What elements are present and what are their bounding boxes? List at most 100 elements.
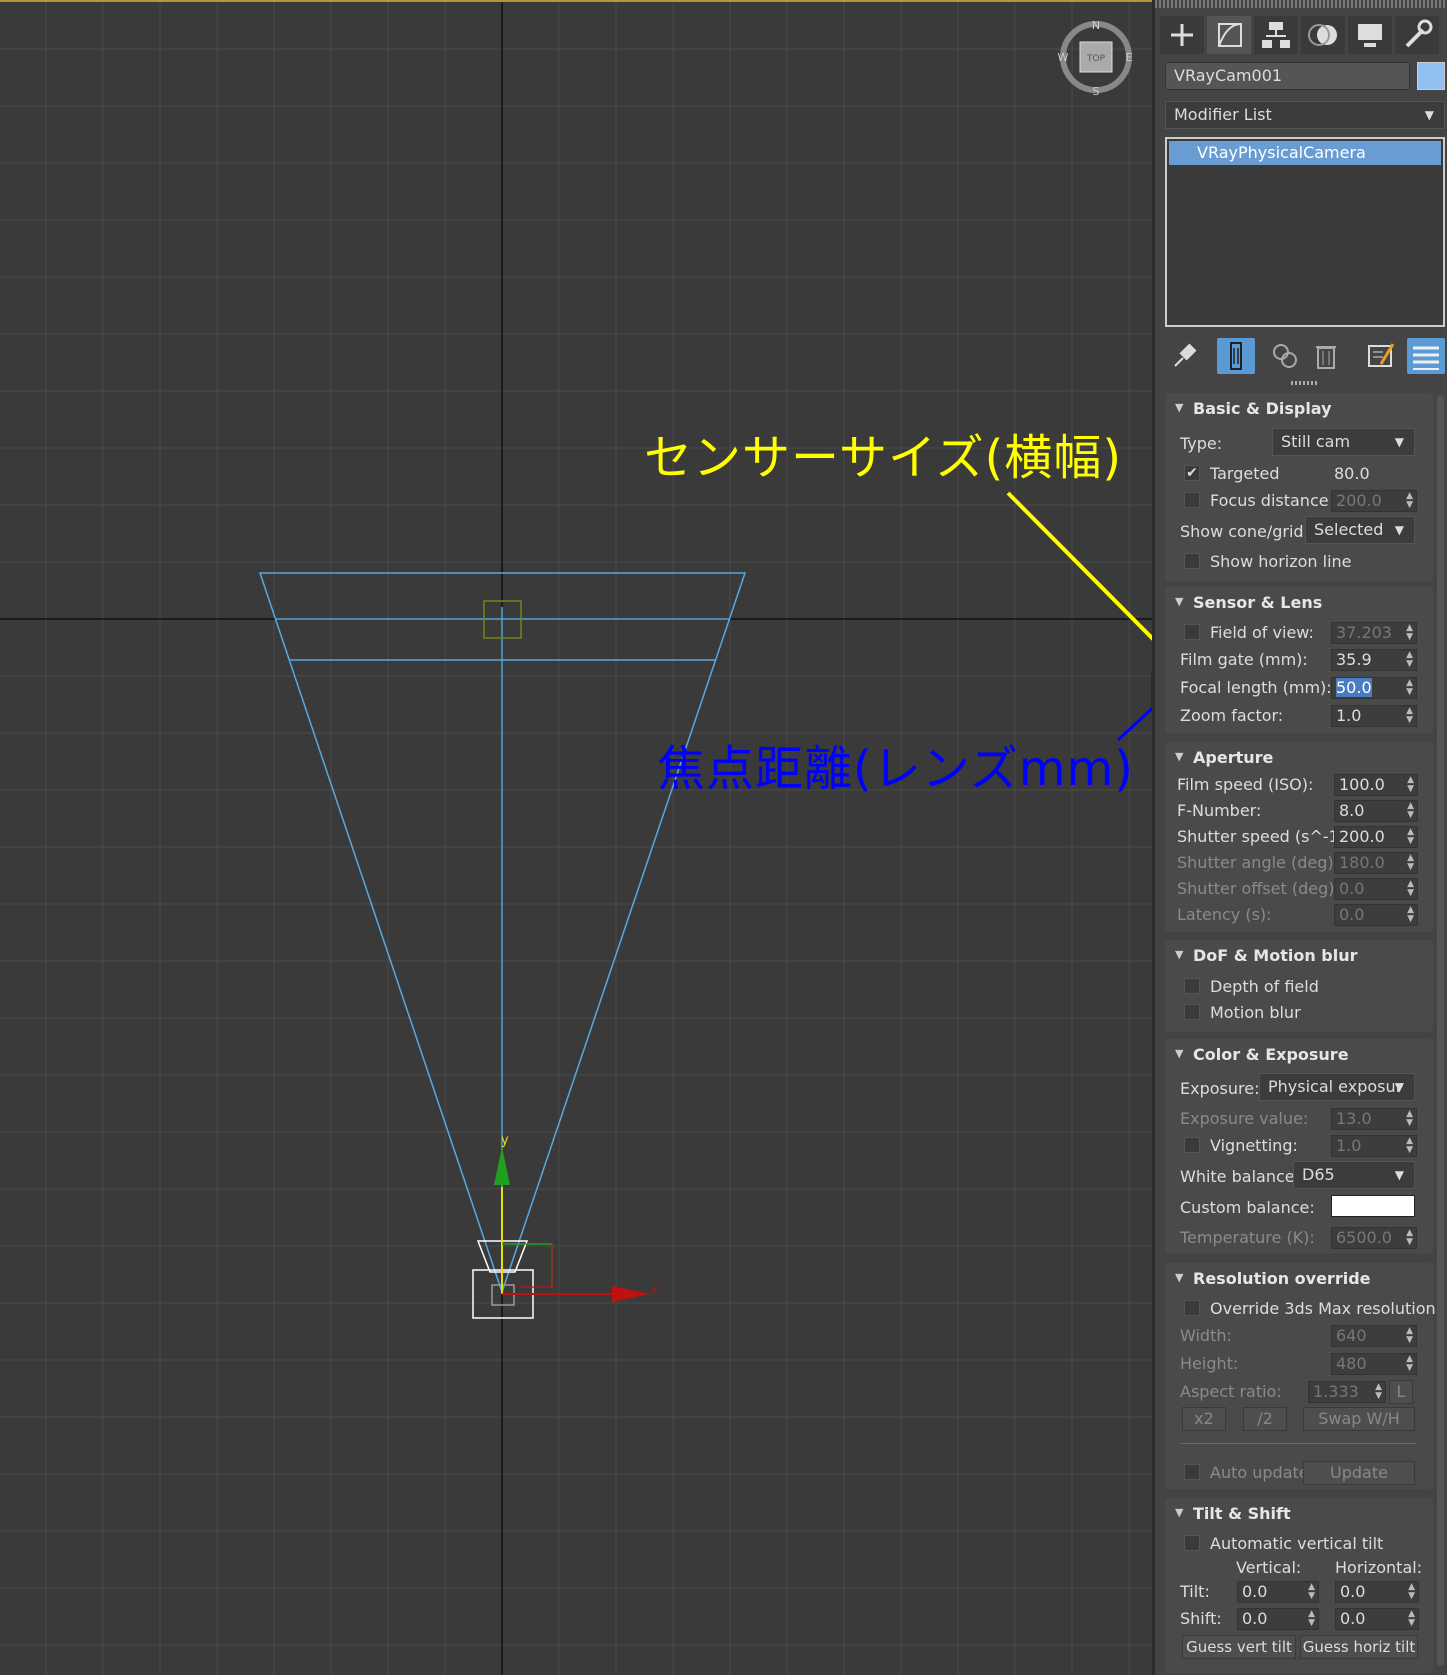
modifier-list-dropdown[interactable]: Modifier List ▼ — [1165, 101, 1445, 129]
chevron-down-icon: ▼ — [1424, 108, 1434, 122]
rollout-title[interactable]: Aperture — [1193, 748, 1273, 767]
guess-vert-tilt-button[interactable]: Guess vert tilt — [1182, 1635, 1296, 1659]
field-of-view-spinner[interactable]: 37.203 ▲ ▼ — [1331, 622, 1417, 644]
rollout-title[interactable]: DoF & Motion blur — [1193, 946, 1358, 965]
motion-icon — [1308, 24, 1337, 46]
show-end-result-button[interactable] — [1217, 338, 1255, 374]
target-distance-value: 80.0 — [1334, 464, 1370, 483]
height-spinner[interactable]: 480 ▲ ▼ — [1331, 1353, 1417, 1375]
film-speed-spinner[interactable]: 100.0 ▲ ▼ — [1334, 774, 1418, 796]
stack-toolbar — [1163, 336, 1447, 376]
annotation-sensor-size: センサーサイズ(横幅) — [644, 430, 1123, 486]
vignetting-spinner[interactable]: 1.0 ▲ ▼ — [1331, 1135, 1417, 1157]
focus-distance-spinner[interactable]: 200.0 ▲ ▼ — [1331, 490, 1417, 512]
update-button[interactable]: Update — [1303, 1461, 1415, 1485]
hierarchy-icon — [1262, 22, 1290, 48]
show-cone-dropdown[interactable]: Selected ▼ — [1305, 516, 1415, 544]
tab-utilities[interactable] — [1395, 16, 1439, 54]
swap-wh-button[interactable]: Swap W/H — [1303, 1407, 1415, 1431]
zoom-factor-spinner[interactable]: 1.0 ▲ ▼ — [1331, 705, 1417, 727]
targeted-checkbox[interactable]: ✔ — [1184, 465, 1200, 481]
rollout-tilt-shift: Tilt & Shift ▼ Automatic vertical tilt V… — [1165, 1498, 1433, 1673]
collapse-triangle-icon[interactable]: ▼ — [1175, 1271, 1183, 1284]
stack-item-vrayphysicalcamera[interactable]: VRayPhysicalCamera — [1169, 141, 1441, 165]
shutter-offset-spinner[interactable]: 0.0 ▲ ▼ — [1334, 878, 1418, 900]
rollout-sensor-lens: Sensor & Lens ▼ Field of view: 37.203 ▲ ▼ … — [1165, 587, 1433, 733]
white-balance-dropdown[interactable]: D65 ▼ — [1293, 1161, 1415, 1189]
configure-sets-icon[interactable] — [1365, 340, 1395, 370]
rollout-aperture: Aperture ▼ Film speed (ISO): 100.0 ▲ ▼ F-N… — [1165, 742, 1433, 932]
panel-grip[interactable] — [1155, 0, 1447, 8]
film-gate-spinner[interactable]: 35.9 ▲ ▼ — [1331, 649, 1417, 671]
aspect-lock-button[interactable]: L — [1389, 1380, 1413, 1404]
collapse-triangle-icon[interactable]: ▼ — [1175, 1047, 1183, 1060]
tab-motion[interactable] — [1301, 16, 1345, 54]
f-number-spinner[interactable]: 8.0 ▲ ▼ — [1334, 800, 1418, 822]
separator — [1181, 1443, 1417, 1444]
show-end-result-icon — [1230, 342, 1242, 370]
shutter-speed-spinner[interactable]: 200.0 ▲ ▼ — [1334, 826, 1418, 848]
focus-distance-checkbox[interactable] — [1184, 492, 1200, 508]
object-name-field[interactable]: VRayCam001 — [1165, 62, 1410, 90]
half-button[interactable]: /2 — [1243, 1407, 1287, 1431]
plus-icon — [1171, 24, 1193, 46]
panel-tabs — [1155, 12, 1447, 56]
depth-of-field-checkbox[interactable] — [1184, 978, 1200, 994]
auto-update-checkbox[interactable] — [1184, 1464, 1200, 1480]
shutter-angle-spinner[interactable]: 180.0 ▲ ▼ — [1334, 852, 1418, 874]
collapse-triangle-icon[interactable]: ▼ — [1175, 1506, 1183, 1519]
rollout-basic-display: Basic & Display ▼ Type: Still cam ▼ ✔ Tar… — [1165, 393, 1433, 581]
annotation-focal-length: 焦点距離(レンズmm) — [657, 741, 1135, 797]
shift-vertical-spinner[interactable]: 0.0 ▲ ▼ — [1237, 1608, 1319, 1630]
temperature-spinner[interactable]: 6500.0 ▲ ▼ — [1331, 1227, 1417, 1249]
x2-button[interactable]: x2 — [1182, 1407, 1226, 1431]
motion-blur-checkbox[interactable] — [1184, 1004, 1200, 1020]
wrench-icon — [1405, 19, 1433, 48]
width-spinner[interactable]: 640 ▲ ▼ — [1331, 1325, 1417, 1347]
rollout-title[interactable]: Resolution override — [1193, 1269, 1371, 1288]
rollout-title[interactable]: Basic & Display — [1193, 399, 1332, 418]
object-color-swatch[interactable] — [1417, 62, 1445, 90]
tilt-horizontal-spinner[interactable]: 0.0 ▲ ▼ — [1335, 1581, 1419, 1603]
chevron-down-icon: ▼ — [1394, 435, 1404, 449]
rollout-title[interactable]: Tilt & Shift — [1193, 1504, 1291, 1523]
aspect-ratio-spinner[interactable]: 1.333 ▲ ▼ — [1308, 1381, 1386, 1403]
exposure-value-spinner[interactable]: 13.0 ▲ ▼ — [1331, 1108, 1417, 1130]
rollout-dof-motion-blur: DoF & Motion blur ▼ Depth of field Motio… — [1165, 940, 1433, 1032]
focal-length-spinner[interactable]: 50.0 ▲ ▼ — [1331, 677, 1417, 699]
rollout-title[interactable]: Sensor & Lens — [1193, 593, 1322, 612]
tab-display[interactable] — [1348, 16, 1392, 54]
collapse-triangle-icon[interactable]: ▼ — [1175, 595, 1183, 608]
latency-spinner[interactable]: 0.0 ▲ ▼ — [1334, 904, 1418, 926]
collapse-triangle-icon[interactable]: ▼ — [1175, 401, 1183, 414]
tab-hierarchy[interactable] — [1254, 16, 1298, 54]
chevron-down-icon: ▼ — [1394, 1080, 1404, 1094]
rollout-title[interactable]: Color & Exposure — [1193, 1045, 1349, 1064]
list-menu-icon — [1413, 346, 1439, 370]
custom-balance-swatch[interactable] — [1331, 1195, 1415, 1217]
show-horizon-checkbox[interactable] — [1184, 553, 1200, 569]
camera-type-dropdown[interactable]: Still cam ▼ — [1272, 428, 1415, 456]
modify-curve-icon — [1218, 23, 1242, 47]
collapse-triangle-icon[interactable]: ▼ — [1175, 750, 1183, 763]
collapse-triangle-icon[interactable]: ▼ — [1175, 948, 1183, 961]
field-of-view-checkbox[interactable] — [1184, 624, 1200, 640]
panel-divider-grip[interactable] — [1291, 381, 1317, 385]
shift-horizontal-spinner[interactable]: 0.0 ▲ ▼ — [1335, 1608, 1419, 1630]
exposure-dropdown[interactable]: Physical exposur ▼ — [1259, 1073, 1415, 1101]
modifier-stack[interactable]: VRayPhysicalCamera — [1165, 137, 1445, 327]
guess-horiz-tilt-button[interactable]: Guess horiz tilt — [1300, 1635, 1418, 1659]
trash-icon[interactable] — [1311, 340, 1341, 370]
vignetting-checkbox[interactable] — [1184, 1137, 1200, 1153]
command-panel: VRayCam001 Modifier List ▼ VRayPhysicalCa… — [1152, 0, 1447, 1675]
pin-stack-icon[interactable] — [1169, 340, 1199, 370]
tab-create[interactable] — [1160, 16, 1204, 54]
tilt-vertical-spinner[interactable]: 0.0 ▲ ▼ — [1237, 1581, 1319, 1603]
make-unique-icon[interactable] — [1269, 340, 1301, 370]
chevron-down-icon: ▼ — [1394, 1168, 1404, 1182]
automatic-vertical-tilt-checkbox[interactable] — [1184, 1535, 1200, 1551]
modifier-stack-menu-button[interactable] — [1407, 338, 1445, 374]
panel-scrollbar[interactable] — [1437, 396, 1444, 1666]
tab-modify[interactable] — [1207, 16, 1251, 54]
override-resolution-checkbox[interactable] — [1184, 1300, 1200, 1316]
